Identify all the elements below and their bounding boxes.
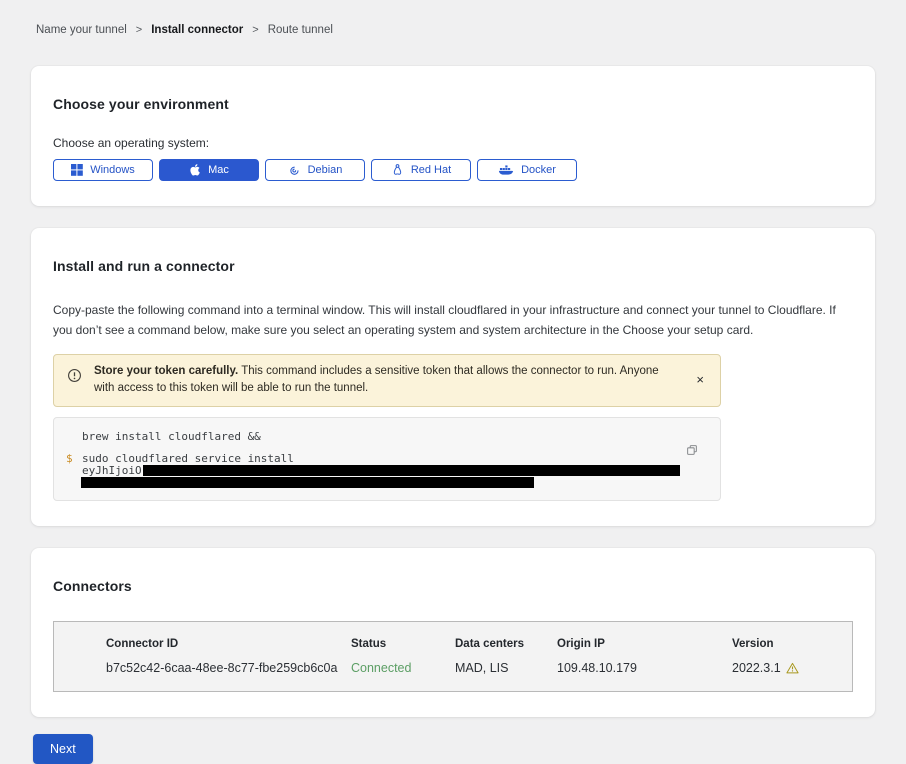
os-button-windows[interactable]: Windows [53,159,153,181]
token-redaction-bar [81,477,534,488]
breadcrumb-step-install-connector[interactable]: Install connector [151,24,243,36]
os-button-debian[interactable]: Debian [265,159,365,181]
token-warning-banner: Store your token carefully. This command… [53,354,721,408]
shell-prompt: $ [66,452,73,465]
os-button-label: Mac [208,164,229,176]
apple-icon [189,163,201,177]
install-card-title: Install and run a connector [53,258,853,274]
tunnel-setup-page: Name your tunnel > Install connector > R… [0,0,906,764]
os-button-label: Red Hat [411,164,451,176]
col-header-connector-id: Connector ID [106,638,351,650]
code-line-sudo: $ sudo cloudflared service install [82,452,680,465]
connectors-card: Connectors Connector ID Status Data cent… [31,548,875,717]
code-line-sudo-text: sudo cloudflared service install [82,452,294,465]
connectors-card-title: Connectors [53,578,853,594]
table-row: b7c52c42-6caa-48ee-8c77-fbe259cb6c0a Con… [106,661,852,675]
os-button-label: Windows [90,164,135,176]
col-header-status: Status [351,638,455,650]
redhat-icon [391,163,404,177]
os-button-redhat[interactable]: Red Hat [371,159,471,181]
breadcrumb-separator: > [136,24,142,36]
version-number: 2022.3.1 [732,661,781,675]
origin-ip-value: 109.48.10.179 [557,661,732,675]
token-warning-text: Store your token carefully. This command… [94,363,680,399]
version-value: 2022.3.1 [732,661,852,675]
status-badge: Connected [351,661,455,675]
col-header-data-centers: Data centers [455,638,557,650]
install-card-description: Copy-paste the following command into a … [53,301,853,341]
windows-icon [71,164,83,176]
os-button-label: Debian [308,164,343,176]
col-header-origin-ip: Origin IP [557,638,732,650]
token-prefix: eyJhIjoiO [82,464,142,477]
environment-card: Choose your environment Choose an operat… [31,66,875,206]
breadcrumb-separator: > [252,24,258,36]
debian-icon [288,164,301,177]
close-icon[interactable]: × [692,371,708,388]
data-centers-value: MAD, LIS [455,661,557,675]
next-button[interactable]: Next [33,734,93,764]
copy-icon[interactable] [685,443,699,457]
os-button-label: Docker [521,164,556,176]
docker-icon [498,164,514,177]
breadcrumb-step-route-tunnel[interactable]: Route tunnel [268,24,333,36]
breadcrumb: Name your tunnel > Install connector > R… [36,24,875,36]
os-button-group: Windows Mac Debian Red Hat [53,159,853,181]
code-line-brew: brew install cloudflared && [82,430,680,443]
token-warning-title: Store your token carefully. [94,365,238,377]
col-header-version: Version [732,638,852,650]
token-redaction-bar [143,465,680,476]
environment-card-title: Choose your environment [53,96,853,112]
connectors-table: Connector ID Status Data centers Origin … [53,621,853,692]
os-button-mac[interactable]: Mac [159,159,259,181]
warning-triangle-icon [786,662,799,674]
install-command-code-block: brew install cloudflared && $ sudo cloud… [53,417,721,501]
connectors-table-header: Connector ID Status Data centers Origin … [106,638,852,650]
breadcrumb-step-name-tunnel[interactable]: Name your tunnel [36,24,127,36]
install-connector-card: Install and run a connector Copy-paste t… [31,228,875,526]
connector-id-value: b7c52c42-6caa-48ee-8c77-fbe259cb6c0a [106,661,351,675]
os-select-label: Choose an operating system: [53,136,853,150]
code-line-token: eyJhIjoiO [82,464,680,477]
os-button-docker[interactable]: Docker [477,159,577,181]
info-circle-icon [67,368,82,383]
